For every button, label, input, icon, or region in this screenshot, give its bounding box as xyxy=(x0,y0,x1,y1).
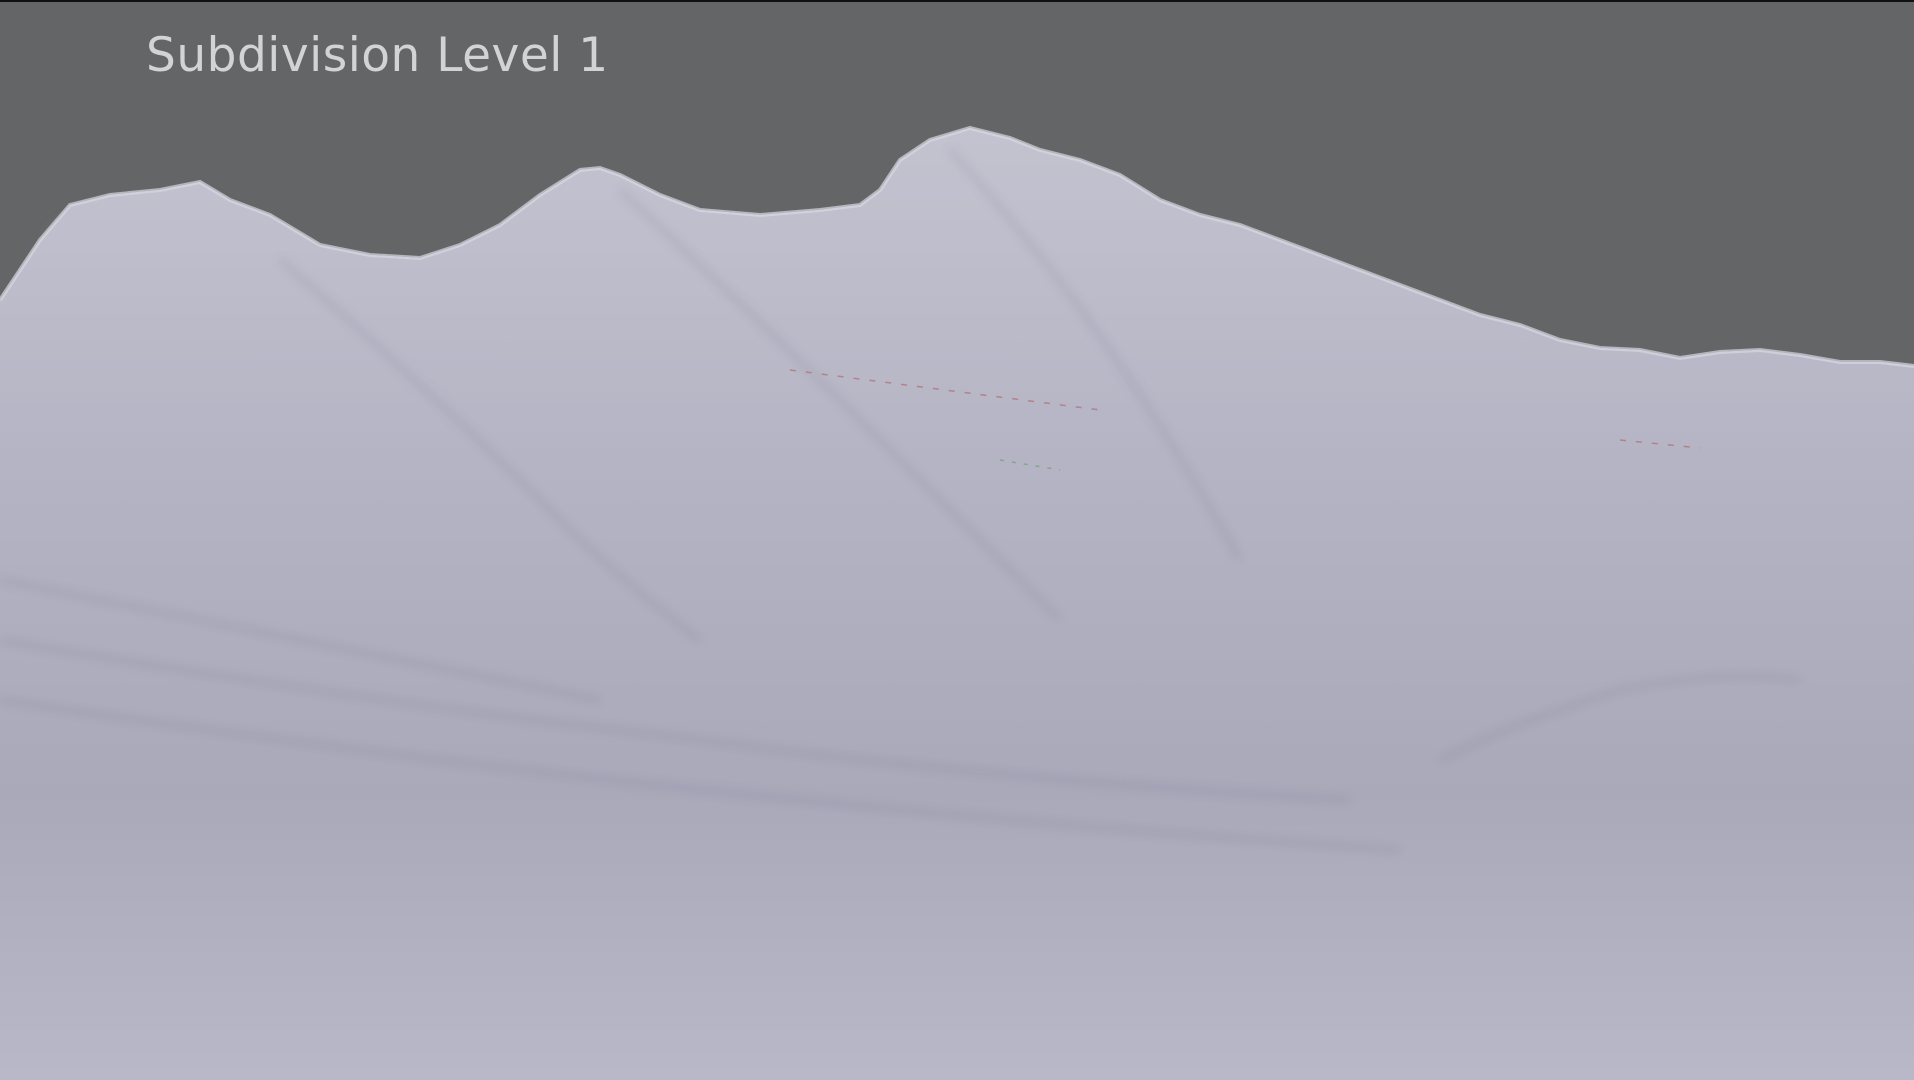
terrain-mesh[interactable] xyxy=(0,0,1914,1080)
viewport-top-border xyxy=(0,0,1914,2)
mesh-side-shading xyxy=(0,128,1914,1080)
subdivision-level-label: Subdivision Level 1 xyxy=(146,28,609,83)
3d-viewport[interactable]: Subdivision Level 1 xyxy=(0,0,1914,1080)
